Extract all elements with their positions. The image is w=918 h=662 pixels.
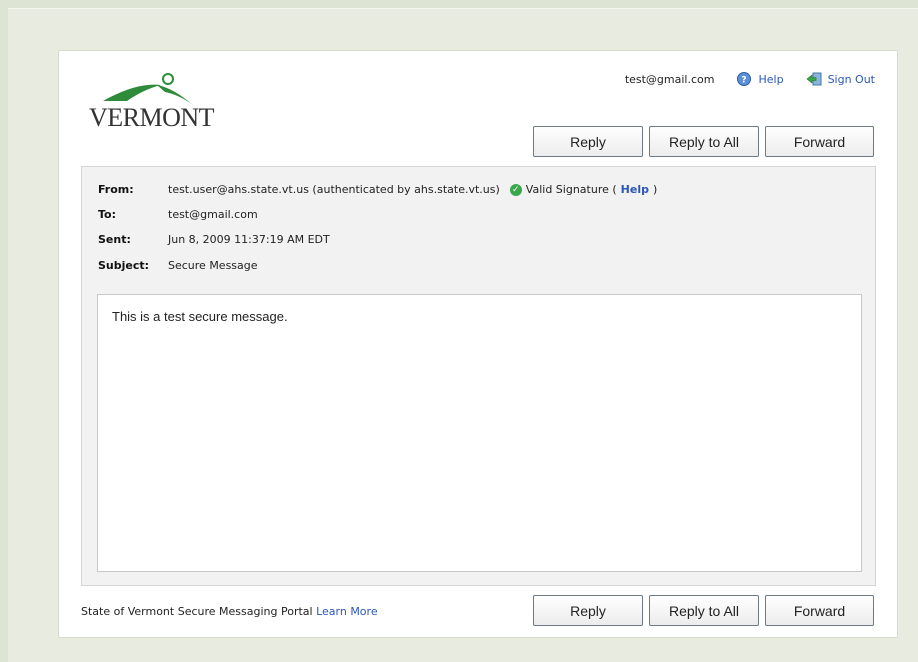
forward-button[interactable]: Forward [765,126,874,157]
from-row: From: test.user@ahs.state.vt.us (authent… [98,183,657,196]
help-link[interactable]: Help [758,73,783,86]
message-panel: From: test.user@ahs.state.vt.us (authent… [81,166,876,586]
forward-button-bottom[interactable]: Forward [765,595,874,626]
footer-text: State of Vermont Secure Messaging Portal [81,605,313,618]
vermont-logo: VERMONT [89,61,239,141]
reply-all-button-bottom[interactable]: Reply to All [649,595,759,626]
top-action-bar: Reply Reply to All Forward [533,126,874,157]
user-bar: test@gmail.com ? Help Sign Out [625,71,875,87]
from-value: test.user@ahs.state.vt.us (authenticated… [168,183,500,196]
learn-more-link[interactable]: Learn More [316,605,378,618]
message-body[interactable]: This is a test secure message. [97,294,862,572]
signature-close: ) [652,183,658,196]
sent-row: Sent: Jun 8, 2009 11:37:19 AM EDT [98,233,330,246]
signature-status: ✓ Valid Signature ( Help) [509,183,658,196]
help-icon[interactable]: ? [736,71,752,87]
signature-help-link[interactable]: Help [621,183,649,196]
reply-button[interactable]: Reply [533,126,643,157]
page-background: VERMONT test@gmail.com ? Help Sign Out R… [8,8,918,662]
to-label: To: [98,208,116,221]
to-row: To: test@gmail.com [98,208,258,221]
subject-label: Subject: [98,259,150,272]
signature-status-text: Valid Signature ( [525,183,617,196]
reply-all-button[interactable]: Reply to All [649,126,759,157]
sign-out-icon[interactable] [806,71,822,87]
footer: State of Vermont Secure Messaging Portal… [81,605,378,618]
reply-button-bottom[interactable]: Reply [533,595,643,626]
message-card: VERMONT test@gmail.com ? Help Sign Out R… [58,50,898,638]
sent-label: Sent: [98,233,131,246]
bottom-action-bar: Reply Reply to All Forward [533,595,874,626]
from-label: From: [98,183,134,196]
sign-out-link[interactable]: Sign Out [828,73,875,86]
brand-name: VERMONT [89,103,215,132]
user-email: test@gmail.com [624,72,715,86]
check-circle-icon: ✓ [509,183,522,196]
sent-value: Jun 8, 2009 11:37:19 AM EDT [168,233,330,246]
to-value: test@gmail.com [168,208,258,221]
subject-row: Subject: Secure Message [98,259,258,272]
subject-value: Secure Message [168,259,258,272]
svg-text:?: ? [742,76,747,86]
